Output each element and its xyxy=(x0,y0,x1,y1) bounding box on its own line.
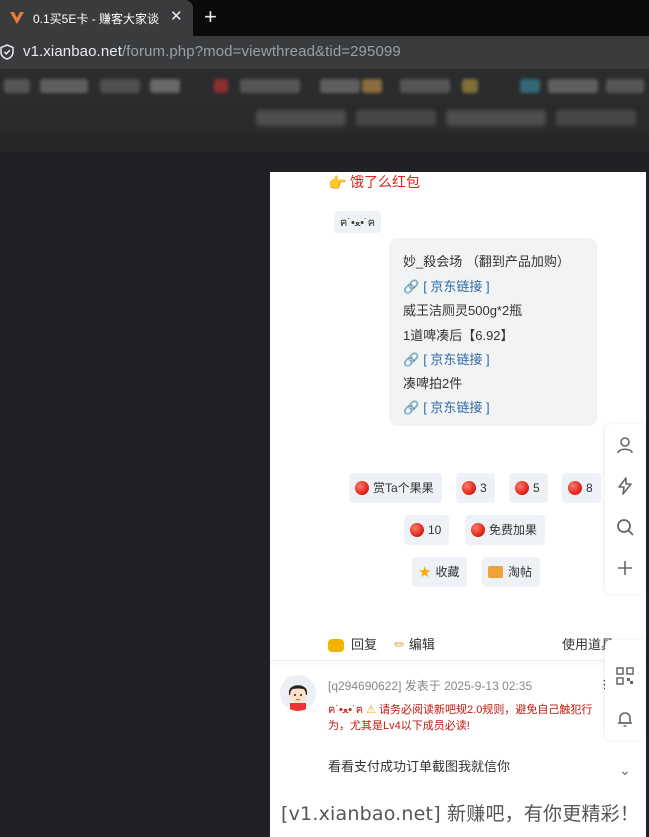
address-bar[interactable]: v1.xianbao.net/forum.php?mod=viewthread&… xyxy=(0,36,649,69)
plus-icon[interactable] xyxy=(615,558,635,578)
apple-icon xyxy=(462,480,476,495)
url-text[interactable]: v1.xianbao.net/forum.php?mod=viewthread&… xyxy=(23,43,401,60)
inbox-icon xyxy=(488,565,503,578)
quote-line-3: 1道啤凑后【6.92】 xyxy=(403,328,514,343)
star-icon: ★ xyxy=(418,563,432,581)
comment-icon xyxy=(328,639,344,653)
reward-button[interactable]: 赏Ta个果果 xyxy=(349,473,442,503)
free-add-apple-button[interactable]: 免费加果 xyxy=(465,515,546,545)
red-packet-link[interactable]: 饿了么红包 xyxy=(350,172,420,192)
search-icon[interactable] xyxy=(615,517,635,537)
jd-link-1[interactable]: 🔗[ 京东链接 ] xyxy=(403,276,490,295)
apple-icon xyxy=(471,522,485,537)
apple-5-button[interactable]: 5 xyxy=(509,473,548,503)
avatar-image xyxy=(280,675,316,711)
blurred-subbar xyxy=(0,133,649,152)
pointing-hand-icon: 👉 xyxy=(328,175,347,192)
apple-8-button[interactable]: 8 xyxy=(562,473,601,503)
post-meta: [q294690622] 发表于 2025-9-13 02:35 xyxy=(328,679,533,693)
apple-icon xyxy=(515,480,529,495)
new-tab-button[interactable]: + xyxy=(204,5,217,29)
chevron-down-icon[interactable]: ⌄ xyxy=(619,762,631,779)
username-link[interactable]: [q294690622] xyxy=(328,679,401,693)
site-favicon-icon xyxy=(10,12,24,24)
qr-code-icon[interactable] xyxy=(615,666,635,686)
active-tab[interactable]: 0.1买5E卡 - 赚客大家谈 ✕ xyxy=(0,0,193,36)
jd-link-2[interactable]: 🔗[ 京东链接 ] xyxy=(403,349,490,368)
apple-icon xyxy=(355,480,369,495)
site-info-icon[interactable] xyxy=(0,44,14,60)
apple-3-button[interactable]: 3 xyxy=(456,473,495,503)
lightning-icon[interactable] xyxy=(615,476,635,496)
rules-notice: ฅ˙•ﻌ•˙ฅ ⚠ 请务必阅读新吧规2.0规则，避免自己触犯行为，尤其是Lv4以… xyxy=(328,704,593,732)
apple-icon xyxy=(410,522,424,537)
post-divider xyxy=(270,660,646,665)
quote-line-1: 妙_殺会场 （翻到产品加购） xyxy=(403,254,570,269)
tao-post-button[interactable]: 淘帖 xyxy=(482,557,541,587)
warning-icon: ⚠ xyxy=(366,704,376,716)
paperclip-icon: 🔗 xyxy=(403,352,420,367)
apple-icon xyxy=(568,480,582,495)
tab-title: 0.1买5E卡 - 赚客大家谈 xyxy=(33,12,160,26)
notification-bell-icon[interactable] xyxy=(615,709,635,729)
user-icon[interactable] xyxy=(615,435,635,455)
tab-strip: 0.1买5E卡 - 赚客大家谈 ✕ + xyxy=(0,0,649,36)
avatar[interactable] xyxy=(280,675,316,711)
quote-block: 妙_殺会场 （翻到产品加购） 🔗[ 京东链接 ] 威王洁厕灵500g*2瓶 1道… xyxy=(389,238,597,426)
blurred-toolbar xyxy=(0,103,649,133)
tab-close-icon[interactable]: ✕ xyxy=(170,8,183,26)
post-body: 看看支付成功订单截图我就信你 xyxy=(328,759,511,774)
floating-sidebar xyxy=(605,424,645,594)
kaomoji-tag: ฅ˙•ﻌ•˙ฅ xyxy=(334,211,382,233)
quote-line-4: 凑啤拍2件 xyxy=(403,376,463,391)
post-content-area: 👉 饿了么红包 ฅ˙•ﻌ•˙ฅ 妙_殺会场 （翻到产品加购） 🔗[ 京东链接 ]… xyxy=(270,172,646,837)
apple-10-button[interactable]: 10 xyxy=(404,515,450,545)
floating-sidebar-bottom xyxy=(605,640,645,740)
favorite-button[interactable]: ★ 收藏 xyxy=(412,557,468,587)
paperclip-icon: 🔗 xyxy=(403,400,420,415)
bookmarks-bar xyxy=(0,69,649,103)
paperclip-icon: 🔗 xyxy=(403,279,420,294)
jd-link-3[interactable]: 🔗[ 京东链接 ] xyxy=(403,397,490,416)
edit-button[interactable]: ✏ 编辑 xyxy=(394,634,435,653)
site-watermark: [v1.xianbao.net] 新赚吧，有你更精彩！ xyxy=(281,803,640,825)
reply-button[interactable]: 回复 xyxy=(328,634,377,653)
quote-line-2: 威王洁厕灵500g*2瓶 xyxy=(403,303,523,318)
pencil-icon: ✏ xyxy=(394,637,405,652)
